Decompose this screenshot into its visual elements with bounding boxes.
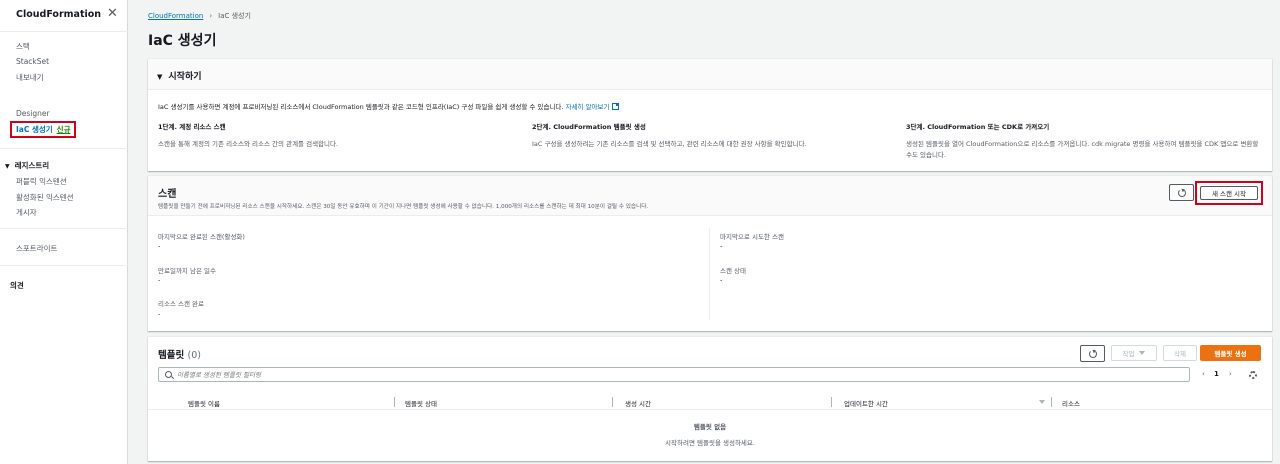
templates-count: (0) [187,350,202,361]
delete-button[interactable]: 삭제 [1163,345,1197,361]
panel-title: 시작하기 [168,72,202,82]
external-link-icon [611,103,619,110]
scan-status-value: - [720,276,723,284]
step-description: 스캔을 통해 계정의 기존 리소스와 리소스 간의 관계를 검색합니다. [158,140,339,148]
templates-panel: 템플릿 (0) 작업 삭제 템플릿 생성 ‹ 1 › 템플릿 이름 템플릿 상태… [148,337,1272,461]
panel-header: ▼ 시작하기 [148,59,1272,90]
new-badge: 신규 [56,125,71,134]
sidebar-item-exports[interactable]: 내보내기 [16,72,44,83]
table-header: 템플릿 이름 템플릿 상태 생성 시간 업데이트한 시간 리소스 [148,395,1272,410]
sidebar-title: CloudFormation [16,9,102,20]
empty-state-description: 시작하려면 템플릿을 생성하세요. [665,439,755,447]
panel-header: 스캔 템플릿을 만들기 전에 프로비저닝된 리소스 스캔을 시작하세요. 스캔은… [148,176,1272,216]
step-title: 3단계. CloudFormation 또는 CDK로 가져오기 [906,123,1050,131]
refresh-icon [1088,349,1097,358]
sort-descending-icon[interactable] [1039,400,1045,404]
step-1: 1단계. 계정 리소스 스캔 스캔을 통해 계정의 기존 리소스와 리소스 간의… [158,121,518,150]
step-description: IaC 구성을 생성하려는 기존 리소스를 검색 및 선택하고, 관련 리소스에… [532,140,807,148]
sidebar-item-iac-generator[interactable]: IaC 생성기 신규 [10,121,77,138]
breadcrumb-link-cloudformation[interactable]: CloudFormation [148,12,203,20]
column-header-template-status[interactable]: 템플릿 상태 [405,398,437,408]
refresh-button[interactable] [1169,184,1194,201]
start-new-scan-button[interactable]: 새 스캔 시작 [1200,186,1258,200]
sidebar-item-activated-extensions[interactable]: 활성화된 익스텐션 [16,192,74,203]
chevron-right-icon[interactable]: › [1229,370,1232,378]
sidebar: CloudFormation ✕ 스택 StackSet 내보내기 Design… [0,0,128,464]
last-attempted-scan-label: 마지막으로 시도한 스캔 [720,233,784,241]
getting-started-toggle[interactable]: ▼ 시작하기 [157,69,202,82]
scan-status-label: 스캔 상태 [720,267,746,275]
highlight-box: 새 스캔 시작 [1195,181,1263,205]
search-bar [158,367,1190,382]
sidebar-item-publisher[interactable]: 게시자 [16,207,37,218]
column-divider[interactable] [1051,397,1052,407]
caret-down-icon: ▼ [157,73,163,81]
last-attempted-scan-value: - [720,242,723,250]
sidebar-item-feedback[interactable]: 의견 [10,280,24,291]
last-completed-scan-value: - [158,242,161,250]
dropdown-label: 작업 [1122,350,1135,358]
divider [709,228,710,320]
column-divider[interactable] [394,397,395,407]
days-until-expiry-label: 만료일까지 남은 일수 [158,267,216,275]
column-header-template-name[interactable]: 템플릿 이름 [188,398,220,408]
templates-title: 템플릿 [158,350,185,361]
scan-panel: 스캔 템플릿을 만들기 전에 프로비저닝된 리소스 스캔을 시작하세요. 스캔은… [148,176,1272,331]
chevron-right-icon: › [209,12,213,20]
step-title: 2단계. CloudFormation 템플릿 생성 [532,123,646,131]
search-icon [165,371,172,378]
sidebar-item-public-extensions[interactable]: 퍼블릭 익스텐션 [16,176,67,187]
gear-icon[interactable] [1249,371,1257,379]
learn-more-link[interactable]: 자세히 알아보기 [566,103,619,111]
page-number[interactable]: 1 [1214,370,1219,378]
getting-started-description: IaC 생성기를 사용하면 계정에 프로비저닝된 리소스에서 CloudForm… [158,101,619,111]
create-template-button[interactable]: 템플릿 생성 [1200,345,1261,361]
section-label: 레지스트리 [14,161,50,170]
resources-scanned-value: - [158,310,161,318]
column-divider[interactable] [612,397,613,407]
sidebar-item-spotlight[interactable]: 스포트라이트 [16,243,57,254]
sidebar-item-stacksets[interactable]: StackSet [16,57,49,66]
empty-state-title: 템플릿 없음 [693,423,727,431]
actions-dropdown[interactable]: 작업 [1111,345,1157,361]
caret-down-icon: ▼ [5,163,10,170]
sidebar-item-designer[interactable]: Designer [16,109,50,118]
step-title: 1단계. 계정 리소스 스캔 [158,123,226,131]
column-header-created-time[interactable]: 생성 시간 [625,398,651,408]
sidebar-item-stacks[interactable]: 스택 [16,41,30,52]
sidebar-section-registry[interactable]: ▼ 레지스트리 [5,160,49,171]
getting-started-panel: ▼ 시작하기 IaC 생성기를 사용하면 계정에 프로비저닝된 리소스에서 Clo… [148,59,1272,171]
step-description: 생성된 템플릿을 열어 CloudFormation으로 리소스를 가져옵니다.… [906,140,1259,159]
divider [0,148,128,149]
scan-description: 템플릿을 만들기 전에 프로비저닝된 리소스 스캔을 시작하세요. 스캔은 30… [158,204,649,210]
page-title: IaC 생성기 [148,33,217,49]
resources-scanned-label: 리소스 스캔 완료 [158,300,204,308]
column-header-updated-time[interactable]: 업데이트한 시간 [844,398,888,408]
panel-title: 템플릿 (0) [158,347,201,361]
search-input[interactable] [177,368,1077,381]
refresh-button[interactable] [1080,345,1105,362]
divider [0,31,128,32]
last-completed-scan-label: 마지막으로 완료된 스캔(활성화) [158,233,245,241]
step-3: 3단계. CloudFormation 또는 CDK로 가져오기 생성된 템플릿… [906,121,1266,161]
sidebar-item-label: IaC 생성기 [16,125,53,134]
divider [0,228,128,229]
days-until-expiry-value: - [158,276,161,284]
column-header-resources[interactable]: 리소스 [1062,398,1080,408]
breadcrumb-current: IaC 생성기 [218,12,251,20]
chevron-left-icon[interactable]: ‹ [1202,370,1205,378]
divider [0,265,128,266]
step-2: 2단계. CloudFormation 템플릿 생성 IaC 구성을 생성하려는… [532,121,892,150]
panel-title: 스캔 [158,189,177,200]
close-icon[interactable]: ✕ [107,6,118,21]
link-label: 자세히 알아보기 [565,103,610,111]
breadcrumb: CloudFormation › IaC 생성기 [148,11,251,21]
column-divider[interactable] [831,397,832,407]
description-text: IaC 생성기를 사용하면 계정에 프로비저닝된 리소스에서 CloudForm… [158,103,564,111]
refresh-icon [1177,188,1186,197]
caret-down-icon [1139,351,1146,355]
